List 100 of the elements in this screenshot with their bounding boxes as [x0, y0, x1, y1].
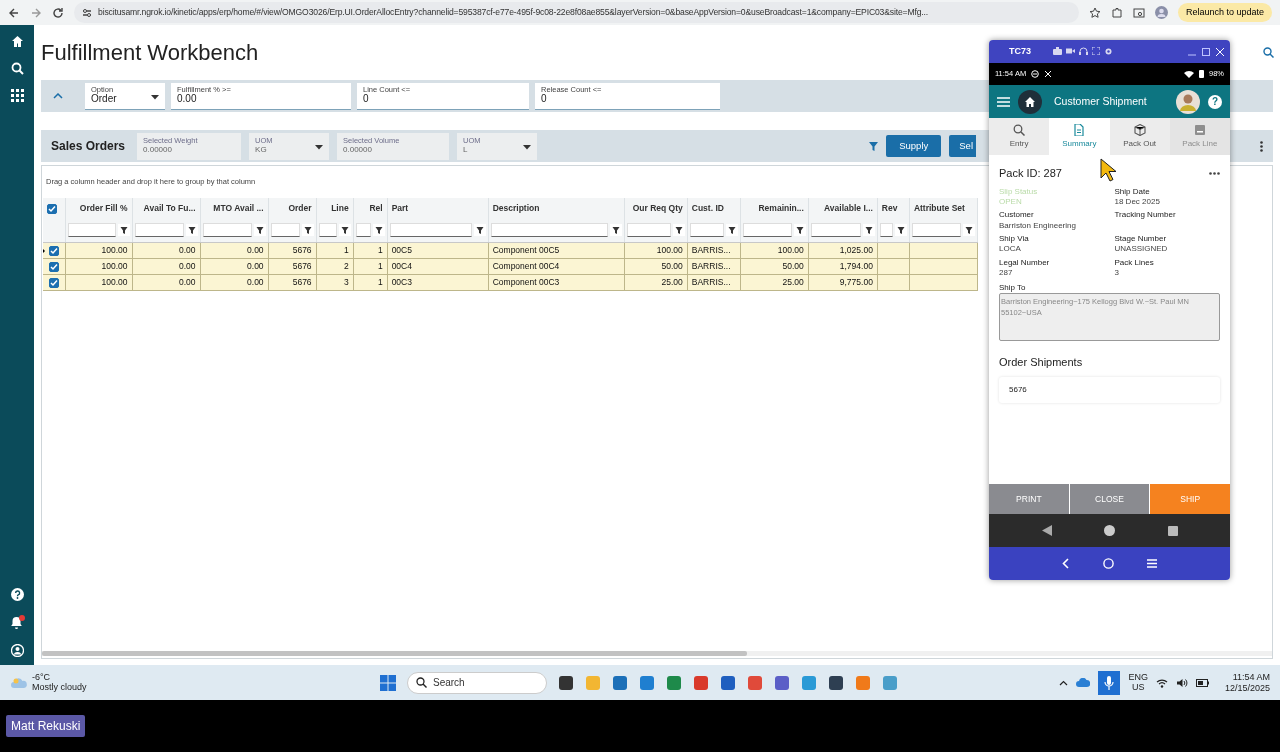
- home-button[interactable]: [1018, 89, 1042, 114]
- column-header[interactable]: Description: [488, 198, 625, 219]
- column-header[interactable]: Avail To Fu...: [132, 198, 201, 219]
- home-icon[interactable]: [10, 35, 24, 48]
- user-icon[interactable]: [10, 644, 24, 657]
- shipment-item[interactable]: 5676: [999, 376, 1220, 403]
- site-settings-icon[interactable]: [82, 7, 92, 18]
- filter-field[interactable]: [490, 223, 608, 237]
- filter-icon[interactable]: [473, 224, 486, 236]
- filter-icon[interactable]: [672, 224, 685, 236]
- filter-icon[interactable]: [862, 224, 875, 236]
- filter-icon[interactable]: [793, 224, 806, 236]
- start-icon[interactable]: [380, 674, 396, 691]
- filter-icon[interactable]: [338, 224, 351, 236]
- column-header[interactable]: Remainin...: [740, 198, 809, 219]
- app-icon[interactable]: [720, 674, 736, 691]
- recents-icon[interactable]: [1167, 525, 1178, 536]
- filter-field[interactable]: [355, 223, 371, 237]
- video-icon[interactable]: [1066, 47, 1075, 55]
- filter-field[interactable]: [689, 223, 724, 237]
- forward-icon[interactable]: [30, 6, 42, 19]
- checkbox[interactable]: [49, 261, 59, 272]
- column-header[interactable]: Part: [387, 198, 489, 219]
- help-button[interactable]: ?: [1208, 94, 1222, 109]
- wifi-icon[interactable]: [1155, 677, 1168, 688]
- reload-icon[interactable]: [52, 6, 64, 19]
- column-header[interactable]: Available I...: [808, 198, 878, 219]
- column-header[interactable]: Attribute Set: [909, 198, 978, 219]
- tab[interactable]: Pack Out: [1109, 118, 1170, 155]
- more-vertical-icon[interactable]: [1260, 140, 1263, 152]
- search-icon[interactable]: [1263, 47, 1274, 58]
- filter-icon[interactable]: [894, 224, 907, 236]
- horizontal-scrollbar[interactable]: [42, 651, 1272, 656]
- more-icon[interactable]: [1209, 171, 1220, 175]
- menu-icon[interactable]: [997, 96, 1010, 107]
- filter-field[interactable]: [742, 223, 792, 237]
- column-header[interactable]: Rev: [877, 198, 910, 219]
- profile-avatar-icon[interactable]: [1154, 6, 1168, 19]
- tab[interactable]: Summary: [1049, 118, 1110, 155]
- checkbox[interactable]: [49, 277, 59, 288]
- language-text[interactable]: ENG: [1128, 672, 1148, 683]
- tab[interactable]: Entry: [989, 118, 1050, 155]
- filter-field[interactable]: [202, 223, 252, 237]
- checkbox[interactable]: [47, 203, 57, 214]
- filter-field[interactable]: [134, 223, 184, 237]
- tab-search-icon[interactable]: [1132, 6, 1145, 19]
- filter-icon[interactable]: [609, 224, 622, 236]
- column-header[interactable]: Our Req Qty: [624, 198, 688, 219]
- column-header[interactable]: Rel: [353, 198, 388, 219]
- taskbar-search-field[interactable]: Search: [407, 671, 547, 694]
- fullscreen-icon[interactable]: [1092, 47, 1100, 55]
- clock-date[interactable]: 12/15/2025: [1224, 682, 1270, 693]
- filter-icon[interactable]: [372, 224, 385, 236]
- settings-icon[interactable]: [1104, 47, 1113, 56]
- chevron-up-icon[interactable]: [1059, 679, 1069, 686]
- column-header[interactable]: Line: [316, 198, 354, 219]
- checkbox[interactable]: [49, 245, 59, 256]
- help-icon[interactable]: [10, 588, 24, 601]
- maximize-icon[interactable]: [1202, 47, 1210, 56]
- filter-field[interactable]: [810, 223, 861, 237]
- filter-field[interactable]: [389, 223, 472, 237]
- search-icon[interactable]: [10, 62, 24, 75]
- filter-icon[interactable]: [117, 224, 130, 236]
- relaunch-button[interactable]: Relaunch to update: [1177, 2, 1272, 23]
- filter-icon[interactable]: [253, 224, 266, 236]
- action-button[interactable]: Supply: [886, 134, 942, 158]
- close-icon[interactable]: [1216, 47, 1224, 56]
- region-text[interactable]: US: [1128, 682, 1148, 693]
- action-button[interactable]: Sel: [949, 134, 976, 158]
- collapse-icon[interactable]: [53, 93, 63, 99]
- filter-field[interactable]: [270, 223, 300, 237]
- filter-icon[interactable]: [185, 224, 198, 236]
- back-icon[interactable]: [1041, 525, 1052, 536]
- avatar-icon[interactable]: [1176, 89, 1200, 114]
- extensions-icon[interactable]: [1110, 6, 1123, 19]
- app-icon[interactable]: [828, 674, 844, 691]
- filter-field[interactable]: [911, 223, 961, 237]
- battery-icon[interactable]: [1195, 678, 1209, 687]
- column-header[interactable]: MTO Avail ...: [200, 198, 269, 219]
- home-icon[interactable]: [1102, 558, 1114, 569]
- cloud-icon[interactable]: [1076, 678, 1091, 687]
- column-header[interactable]: Cust. ID: [687, 198, 741, 219]
- filter-icon[interactable]: [301, 224, 314, 236]
- clock-time[interactable]: 11:54 AM: [1224, 672, 1270, 683]
- home-icon[interactable]: [1104, 525, 1115, 536]
- filter-field[interactable]: [879, 223, 893, 237]
- filter-field[interactable]: [67, 223, 116, 237]
- filter-icon[interactable]: [725, 224, 738, 236]
- filter-field[interactable]: [318, 223, 337, 237]
- app-icon[interactable]: [774, 674, 790, 691]
- star-icon[interactable]: [1088, 6, 1101, 19]
- column-header[interactable]: Order Fill %: [65, 198, 133, 219]
- volume-icon[interactable]: [1175, 677, 1188, 688]
- back-icon[interactable]: [8, 6, 20, 19]
- notification-bell-icon[interactable]: [9, 615, 25, 630]
- filter-field[interactable]: [626, 223, 671, 237]
- filter-icon[interactable]: [963, 224, 975, 236]
- menu-icon[interactable]: [1146, 559, 1157, 568]
- apps-grid-icon[interactable]: [10, 89, 24, 102]
- app-icon[interactable]: [558, 674, 574, 691]
